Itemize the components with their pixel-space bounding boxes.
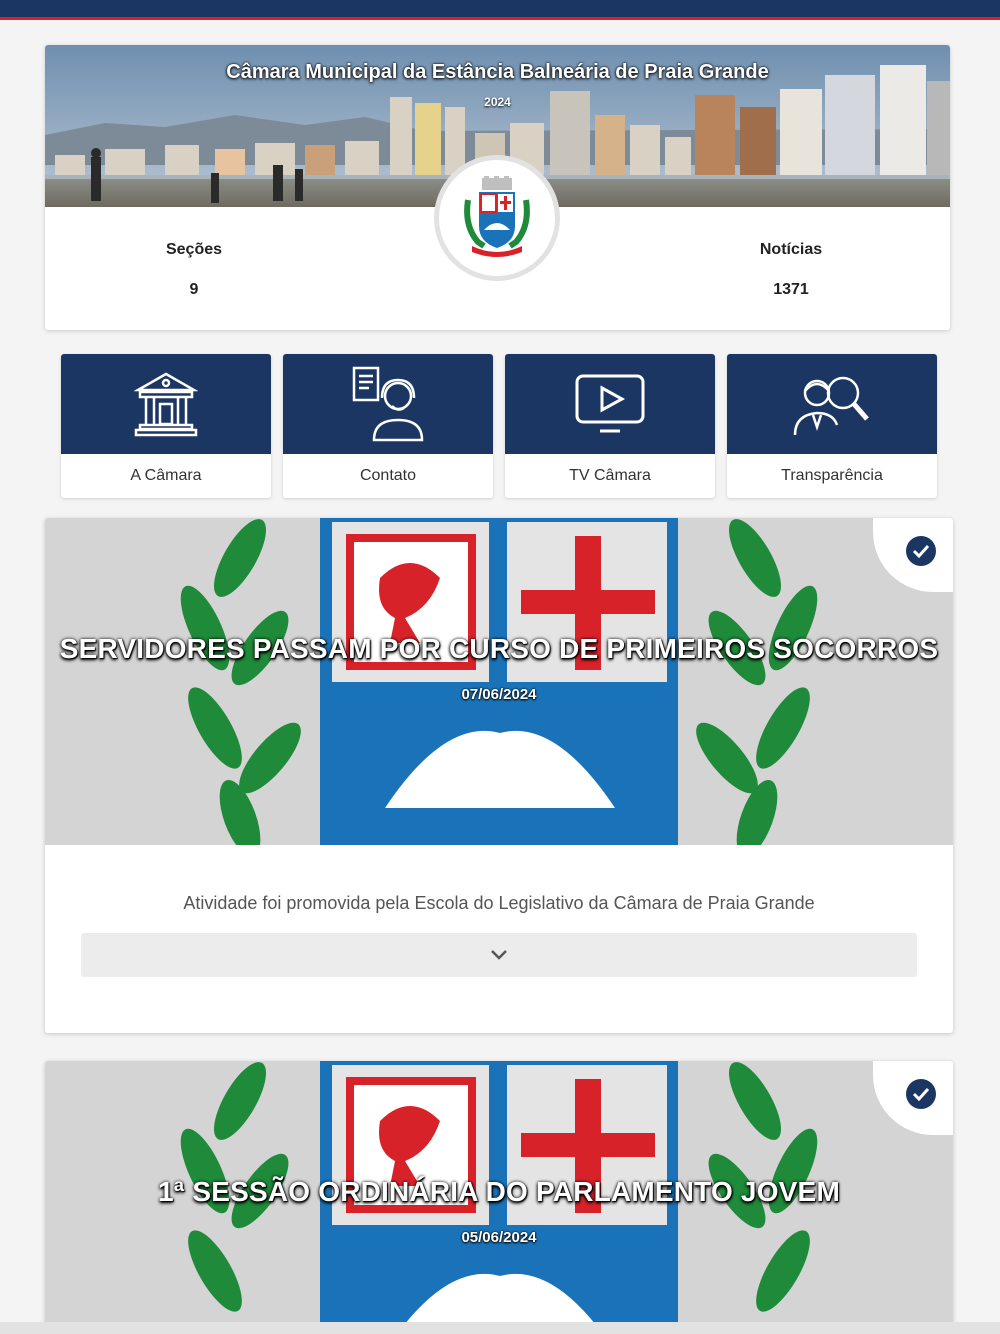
expand-button[interactable] <box>81 933 917 977</box>
news-card[interactable]: 1ª SESSÃO ORDINÁRIA DO PARLAMENTO JOVEM … <box>45 1061 953 1334</box>
tile-label: Transparência <box>781 467 883 484</box>
news-title[interactable]: SERVIDORES PASSAM POR CURSO DE PRIMEIROS… <box>45 633 953 665</box>
shortcut-tiles: A Câmara Contato TV Câmara Transparência <box>61 354 938 498</box>
sections-count: 9 <box>189 281 199 298</box>
news-label: Notícias <box>759 241 823 258</box>
building-icon <box>134 372 198 437</box>
news-hero-image: SERVIDORES PASSAM POR CURSO DE PRIMEIROS… <box>45 518 953 845</box>
news-count: 1371 <box>773 281 809 298</box>
tile-label: TV Câmara <box>569 467 651 484</box>
check-icon <box>906 1079 936 1109</box>
check-icon <box>906 536 936 566</box>
year-label: 2024 <box>484 95 511 109</box>
tile-label: A Câmara <box>130 467 202 484</box>
tv-play-icon <box>575 374 645 433</box>
chamber-name: Câmara Municipal da Estância Balneária d… <box>226 61 769 83</box>
top-app-bar <box>0 0 1000 20</box>
coat-of-arms-icon <box>464 176 530 257</box>
news-hero-image: 1ª SESSÃO ORDINÁRIA DO PARLAMENTO JOVEM … <box>45 1061 953 1334</box>
sections-stat[interactable]: Seções 9 <box>94 241 294 299</box>
profile-card: Câmara Municipal da Estância Balneária d… <box>45 45 950 330</box>
tile-transparencia[interactable]: Transparência <box>727 354 937 498</box>
sections-label: Seções <box>165 241 223 258</box>
bottom-edge <box>0 1322 1000 1334</box>
news-summary: Atividade foi promovida pela Escola do L… <box>183 893 815 913</box>
tile-tv-camara[interactable]: TV Câmara <box>505 354 715 498</box>
tile-a-camara[interactable]: A Câmara <box>61 354 271 498</box>
magnifier-person-icon <box>793 376 869 436</box>
news-title[interactable]: 1ª SESSÃO ORDINÁRIA DO PARLAMENTO JOVEM <box>45 1176 953 1208</box>
tile-label: Contato <box>359 467 417 484</box>
city-coat-of-arms-logo[interactable] <box>434 155 560 281</box>
tile-contato[interactable]: Contato <box>283 354 493 498</box>
contact-support-icon <box>352 366 424 442</box>
news-stat[interactable]: Notícias 1371 <box>691 241 891 299</box>
news-date: 07/06/2024 <box>461 686 537 703</box>
coat-of-arms-background <box>45 518 953 845</box>
news-card[interactable]: SERVIDORES PASSAM POR CURSO DE PRIMEIROS… <box>45 518 953 1033</box>
chevron-down-icon <box>491 950 507 960</box>
news-date: 05/06/2024 <box>461 1229 537 1246</box>
